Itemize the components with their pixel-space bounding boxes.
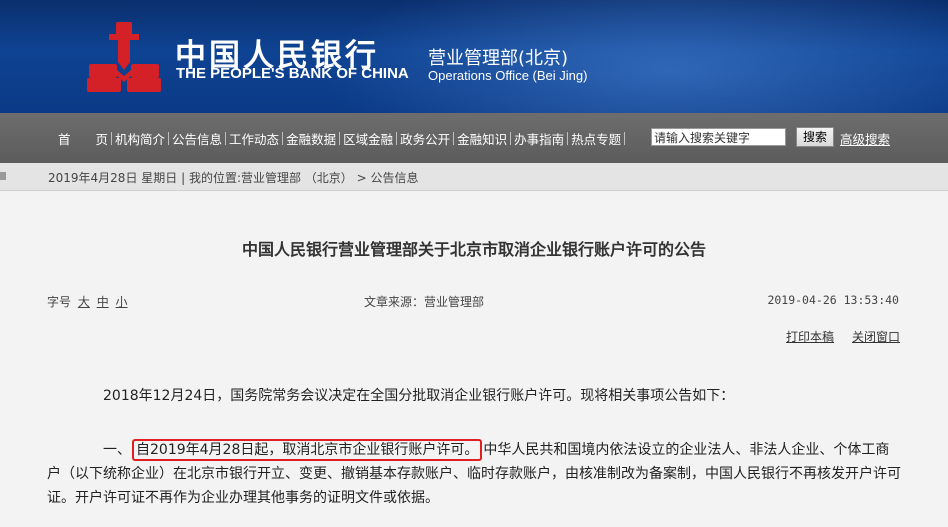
nav-divider <box>225 132 227 145</box>
nav-divider <box>111 132 113 145</box>
nav-divider <box>168 132 170 145</box>
paragraph-number: 一、 <box>103 442 131 458</box>
nav-financial-knowledge[interactable]: 金融知识 <box>457 129 507 148</box>
font-size-control: 字号 大 中 小 <box>47 293 128 310</box>
nav-divider <box>396 132 398 145</box>
nav-divider <box>339 132 341 145</box>
nav-divider <box>510 132 512 145</box>
article-paragraph-1: 2018年12月24日，国务院常务会议决定在全国分批取消企业银行账户许可。现将相… <box>103 388 735 404</box>
current-date: 2019年4月28日 星期日 <box>48 171 178 185</box>
bar-marker <box>0 172 6 180</box>
office-name-en: Operations Office (Bei Jing) <box>428 68 588 83</box>
article-title: 中国人民银行营业管理部关于北京市取消企业银行账户许可的公告 <box>241 240 706 259</box>
nav-financial-data[interactable]: 金融数据 <box>286 129 336 148</box>
search-button[interactable]: 搜索 <box>796 127 834 147</box>
nav-service-guide[interactable]: 办事指南 <box>514 129 564 148</box>
nav-divider <box>567 132 569 145</box>
font-size-label: 字号 <box>47 295 72 309</box>
nav-about[interactable]: 机构简介 <box>115 129 165 148</box>
print-link[interactable]: 打印本稿 <box>786 328 834 345</box>
nav-work-news[interactable]: 工作动态 <box>229 129 279 148</box>
pboc-logo-icon[interactable] <box>85 20 163 98</box>
nav-divider <box>453 132 455 145</box>
breadcrumb: 2019年4月28日 星期日 | 我的位置:营业管理部 （北京） > 公告信息 <box>48 169 419 186</box>
highlighted-sentence: 自2019年4月28日起，取消北京市企业银行账户许可。 <box>132 439 483 461</box>
nav-divider <box>624 132 626 145</box>
font-small-link[interactable]: 小 <box>116 295 128 309</box>
nav-government-affairs[interactable]: 政务公开 <box>400 129 450 148</box>
nav-list: 首 页 机构简介 公告信息 工作动态 金融数据 区域金融 政务公开 金融知识 办… <box>58 129 628 148</box>
nav-hot-topics[interactable]: 热点专题 <box>571 129 621 148</box>
crumb-divider: | <box>181 171 189 185</box>
article-paragraph-2: 一、 自2019年4月28日起，取消北京市企业银行账户许可。 中华人民共和国境内依法… <box>47 438 902 510</box>
article-source: 文章来源：营业管理部 <box>364 295 485 309</box>
font-medium-link[interactable]: 中 <box>97 295 109 309</box>
breadcrumb-path[interactable]: 我的位置:营业管理部 （北京） > 公告信息 <box>189 171 419 185</box>
article-datetime: 2019-04-26 13:53:40 <box>767 293 899 307</box>
bank-name-en: THE PEOPLE'S BANK OF CHINA <box>176 65 409 82</box>
nav-regional-finance[interactable]: 区域金融 <box>343 129 393 148</box>
header-glow <box>320 0 948 113</box>
site-header: 中国人民银行 THE PEOPLE'S BANK OF CHINA 营业管理部(… <box>0 0 948 113</box>
close-window-link[interactable]: 关闭窗口 <box>852 328 900 345</box>
breadcrumb-bar: 2019年4月28日 星期日 | 我的位置:营业管理部 （北京） > 公告信息 <box>0 163 948 191</box>
advanced-search-link[interactable]: 高级搜索 <box>840 129 890 148</box>
search-input[interactable] <box>651 128 786 146</box>
nav-divider <box>282 132 284 145</box>
office-name-cn: 营业管理部(北京) <box>428 48 569 69</box>
font-large-link[interactable]: 大 <box>78 295 90 309</box>
nav-announcements[interactable]: 公告信息 <box>172 129 222 148</box>
nav-home[interactable]: 首 页 <box>58 129 108 148</box>
